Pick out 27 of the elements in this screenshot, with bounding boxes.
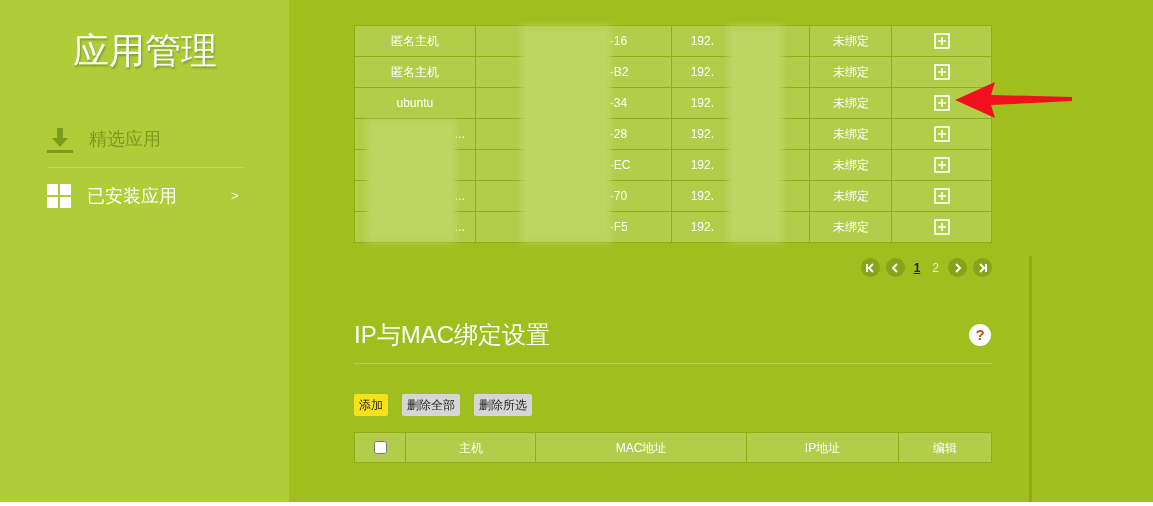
help-icon[interactable]: ? <box>969 324 991 346</box>
app-title: 应用管理 <box>72 29 217 73</box>
column-header: 编辑 <box>933 439 957 457</box>
add-icon[interactable] <box>933 126 950 142</box>
download-icon <box>46 126 73 153</box>
column-header: MAC地址 <box>615 439 667 457</box>
action-button[interactable]: 删除全部 <box>402 394 460 416</box>
first-page-icon[interactable] <box>860 258 880 277</box>
grid-icon <box>46 184 71 208</box>
next-page-icon[interactable] <box>948 258 967 277</box>
page-link[interactable]: 1 <box>910 258 924 277</box>
column-header: 主机 <box>458 439 483 457</box>
table-cell: 未绑定 <box>810 212 893 243</box>
select-all-checkbox[interactable] <box>373 441 387 454</box>
add-icon[interactable] <box>933 157 950 173</box>
add-icon[interactable] <box>933 188 950 204</box>
section-title: IP与MAC绑定设置 <box>354 320 550 350</box>
column-header: IP地址 <box>804 439 841 457</box>
add-icon[interactable] <box>933 95 950 111</box>
last-page-icon[interactable] <box>973 258 992 277</box>
previous-page-icon[interactable] <box>885 258 905 277</box>
add-icon[interactable] <box>933 33 950 49</box>
action-button[interactable]: 添加 <box>354 394 388 416</box>
add-icon[interactable] <box>933 219 950 235</box>
chevron-icon: > <box>230 186 243 206</box>
action-button[interactable]: 删除所选 <box>474 394 532 416</box>
add-icon[interactable] <box>933 64 950 80</box>
